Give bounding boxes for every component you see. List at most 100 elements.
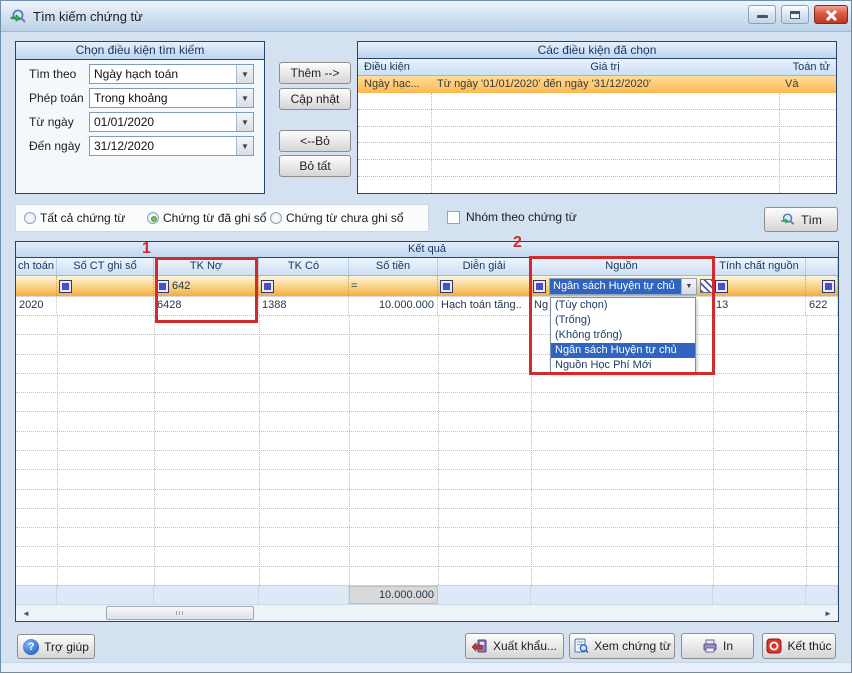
radio-posted-documents[interactable]: Chứng từ đã ghi sổ (147, 211, 266, 225)
print-button[interactable]: In (681, 633, 754, 659)
results-header-row: ch toán Số CT ghi sổ TK Nợ TK Có Số tiền… (16, 258, 838, 276)
window-bottom-border (1, 662, 851, 672)
den-ngay-date-picker[interactable]: 31/12/2020 ▼ (89, 136, 254, 156)
title-bar[interactable]: Tìm kiếm chứng từ (1, 1, 851, 32)
chevron-down-icon[interactable]: ▼ (236, 137, 253, 155)
search-button[interactable]: Tìm (764, 207, 838, 232)
finish-icon (766, 638, 782, 654)
filter-button-icon[interactable] (59, 279, 72, 293)
annotation-label-1: 1 (142, 240, 151, 257)
chevron-down-icon[interactable]: ▼ (681, 278, 696, 294)
field-label-tu-ngay: Từ ngày (29, 115, 74, 129)
filter-cell (806, 276, 838, 296)
chevron-down-icon[interactable]: ▼ (236, 89, 253, 107)
scroll-left-icon[interactable]: ◄ (19, 609, 33, 618)
filter-button-icon[interactable] (156, 279, 169, 293)
dropdown-item[interactable]: (Tùy chọn) (551, 298, 695, 313)
filter-button-icon[interactable] (715, 279, 728, 293)
filter-cell (57, 276, 154, 296)
export-button[interactable]: Xuất khẩu... (465, 633, 564, 659)
minimize-icon (757, 15, 768, 18)
filter-button-icon[interactable] (440, 279, 453, 293)
col-hach-toan[interactable]: ch toán (16, 258, 57, 275)
tu-ngay-date-picker[interactable]: 01/01/2020 ▼ (89, 112, 254, 132)
condition-value: Từ ngày '01/01/2020' đến ngày '31/12/202… (437, 78, 651, 90)
tim-theo-combo[interactable]: Ngày hạch toán ▼ (89, 64, 254, 84)
nguon-dropdown-list: (Tùy chọn) (Trống) (Không trống) Ngân sá… (550, 297, 696, 373)
document-filter-group: Tất cả chứng từ Chứng từ đã ghi sổ Chứng… (15, 204, 429, 232)
col-tinh-chat-nguon[interactable]: Tính chất nguồn (713, 258, 806, 275)
col-extra[interactable] (806, 258, 838, 275)
filter-cell (259, 276, 349, 296)
filter-button-icon[interactable] (533, 279, 546, 293)
filter-cell-tk-no[interactable]: 642 (154, 276, 259, 296)
group-by-document-checkbox[interactable]: Nhóm theo chứng từ (447, 210, 577, 224)
finish-button[interactable]: Kết thúc (762, 633, 836, 659)
col-tk-co[interactable]: TK Có (259, 258, 349, 275)
radio-icon (270, 212, 282, 224)
conditions-header-row: Điều kiện Giá trị Toán tử (358, 59, 836, 76)
update-condition-button[interactable]: Cập nhật (279, 88, 351, 110)
col-dieu-kien: Điều kiện (364, 61, 410, 73)
window-title: Tìm kiếm chứng từ (33, 9, 143, 24)
selected-conditions-panel: Các điều kiện đã chọn Điều kiện Giá trị … (357, 41, 837, 194)
horizontal-scrollbar[interactable]: ◄ ► (16, 604, 838, 621)
printer-icon (703, 639, 717, 653)
search-criteria-panel: Chọn điều kiện tìm kiếm Tìm theo Ngày hạ… (15, 41, 265, 194)
search-icon (781, 213, 795, 225)
dropdown-item[interactable]: Nguồn Học Phí Mới (551, 358, 695, 373)
help-button[interactable]: ? Trợ giúp (17, 634, 95, 659)
search-document-icon (10, 9, 26, 23)
nguon-selected-value: Ngân sách Huyện tự chủ (550, 278, 681, 294)
view-document-icon (574, 638, 589, 654)
scroll-right-icon[interactable]: ► (821, 609, 835, 618)
radio-unposted-documents[interactable]: Chứng từ chưa ghi sổ (270, 211, 404, 225)
condition-operator: Và (785, 78, 799, 90)
dropdown-item[interactable]: (Trống) (551, 313, 695, 328)
filter-cell (713, 276, 806, 296)
maximize-icon (790, 11, 800, 19)
maximize-button[interactable] (781, 5, 809, 24)
radio-selected-icon (147, 212, 159, 224)
results-filter-row: 642 = Ngân sách Huyện tự chủ ▼ (16, 276, 838, 297)
edit-filter-icon[interactable] (700, 279, 714, 293)
conditions-panel-title: Các điều kiện đã chọn (358, 42, 836, 59)
nguon-filter-combo[interactable]: Ngân sách Huyện tự chủ ▼ (549, 277, 697, 295)
filter-cell (438, 276, 531, 296)
radio-all-documents[interactable]: Tất cả chứng từ (24, 211, 125, 225)
close-button[interactable] (814, 5, 848, 24)
results-grid: Kết quả ch toán Số CT ghi sổ TK Nợ TK Có… (15, 241, 839, 622)
filter-cell-so-tien[interactable]: = (349, 276, 438, 296)
annotation-label-2: 2 (513, 234, 522, 251)
results-empty-area (16, 316, 838, 585)
filter-cell-nguon[interactable]: Ngân sách Huyện tự chủ ▼ (531, 276, 714, 296)
col-so-ct-ghi-so[interactable]: Số CT ghi sổ (57, 258, 154, 275)
dropdown-item-selected[interactable]: Ngân sách Huyện tự chủ (551, 343, 695, 358)
condition-name: Ngày hạc... (364, 78, 420, 90)
filter-cell (16, 276, 57, 296)
chevron-down-icon[interactable]: ▼ (236, 65, 253, 83)
dropdown-item[interactable]: (Không trống) (551, 328, 695, 343)
chevron-down-icon[interactable]: ▼ (236, 113, 253, 131)
col-nguon[interactable]: Nguồn (531, 258, 713, 275)
scrollbar-thumb[interactable] (106, 606, 254, 620)
minimize-button[interactable] (748, 5, 776, 24)
remove-condition-button[interactable]: <--Bỏ (279, 130, 351, 152)
col-tk-no[interactable]: TK Nợ (154, 258, 259, 275)
result-row[interactable]: 2020 6428 1388 10.000.000 Hạch toán tăng… (16, 297, 838, 316)
col-so-tien[interactable]: Số tiền (349, 258, 438, 275)
col-gia-tri: Giá trị (590, 61, 620, 73)
col-dien-giai[interactable]: Diễn giải (438, 258, 531, 275)
col-toan-tu: Toán tử (792, 61, 830, 73)
remove-all-button[interactable]: Bỏ tất (279, 155, 351, 177)
field-label-tim-theo: Tìm theo (29, 67, 77, 81)
view-document-button[interactable]: Xem chứng từ (569, 633, 675, 659)
condition-row-selected[interactable]: Ngày hạc... Từ ngày '01/01/2020' đến ngà… (358, 76, 836, 93)
add-condition-button[interactable]: Thêm --> (279, 62, 351, 84)
summary-row: 10.000.000 (16, 585, 838, 604)
filter-button-icon[interactable] (822, 279, 835, 293)
phep-toan-combo[interactable]: Trong khoảng ▼ (89, 88, 254, 108)
field-label-den-ngay: Đến ngày (29, 139, 81, 153)
field-label-phep-toan: Phép toán (29, 91, 84, 105)
filter-button-icon[interactable] (261, 279, 274, 293)
